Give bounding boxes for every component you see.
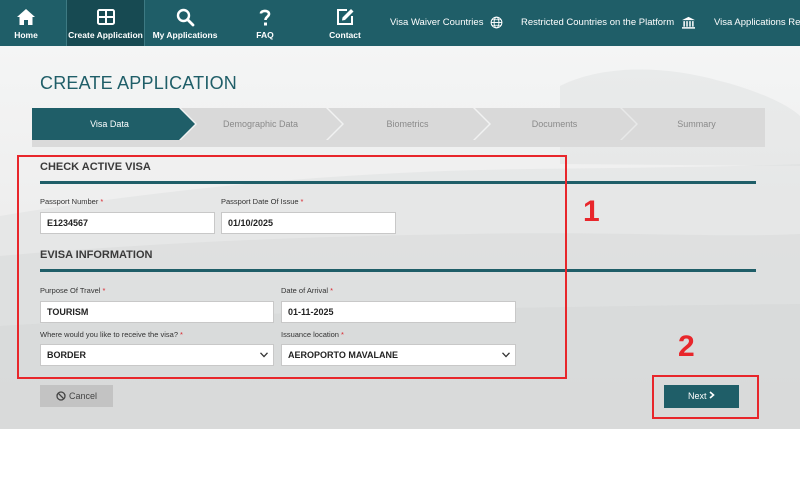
annotation-number-1: 1 [583,195,600,228]
annotation-number-2: 2 [678,330,695,363]
grid-icon [96,9,115,25]
step-documents[interactable]: Documents [481,108,628,140]
nav-visa-waiver-label: Visa Waiver Countries [390,17,484,28]
annotation-box-1 [17,155,567,379]
nav-home-label: Home [14,30,38,40]
application-stepper: Visa Data Demographic Data Biometrics Do… [32,108,765,140]
institution-icon [681,16,695,29]
nav-faq[interactable]: FAQ [240,0,290,46]
page-title: CREATE APPLICATION [40,73,237,93]
nav-visa-applications-requirements[interactable]: Visa Applications Req [714,0,800,46]
nav-home[interactable]: Home [0,0,52,46]
nav-my-applications[interactable]: My Applications [148,0,222,46]
nav-my-applications-label: My Applications [152,30,218,40]
step-biometrics[interactable]: Biometrics [334,108,481,140]
home-icon [17,9,35,25]
question-icon [259,9,271,26]
nav-create-application-label: Create Application [68,30,143,40]
nav-visa-applications-label: Visa Applications Req [714,17,800,28]
nav-restricted-countries[interactable]: Restricted Countries on the Platform [521,0,696,46]
nav-create-application[interactable]: Create Application [66,0,145,46]
step-summary[interactable]: Summary [628,108,765,140]
cancel-button-label: Cancel [68,391,97,401]
stepper-underline [32,140,765,147]
nav-visa-waiver-countries[interactable]: Visa Waiver Countries [390,0,503,46]
nav-restricted-label: Restricted Countries on the Platform [521,17,675,28]
search-icon [176,8,195,27]
ban-icon [56,391,66,401]
cancel-button[interactable]: Cancel [40,385,113,407]
top-navigation-bar: Home Create Application My Applications … [0,0,800,46]
page-bottom-area [0,429,800,500]
nav-faq-label: FAQ [256,30,274,40]
nav-contact[interactable]: Contact [318,0,372,46]
annotation-box-2 [652,375,759,419]
step-demographic-data[interactable]: Demographic Data [187,108,334,140]
step-visa-data[interactable]: Visa Data [32,108,187,140]
edit-icon [337,9,354,25]
globe-icon [490,16,503,29]
nav-contact-label: Contact [329,30,361,40]
